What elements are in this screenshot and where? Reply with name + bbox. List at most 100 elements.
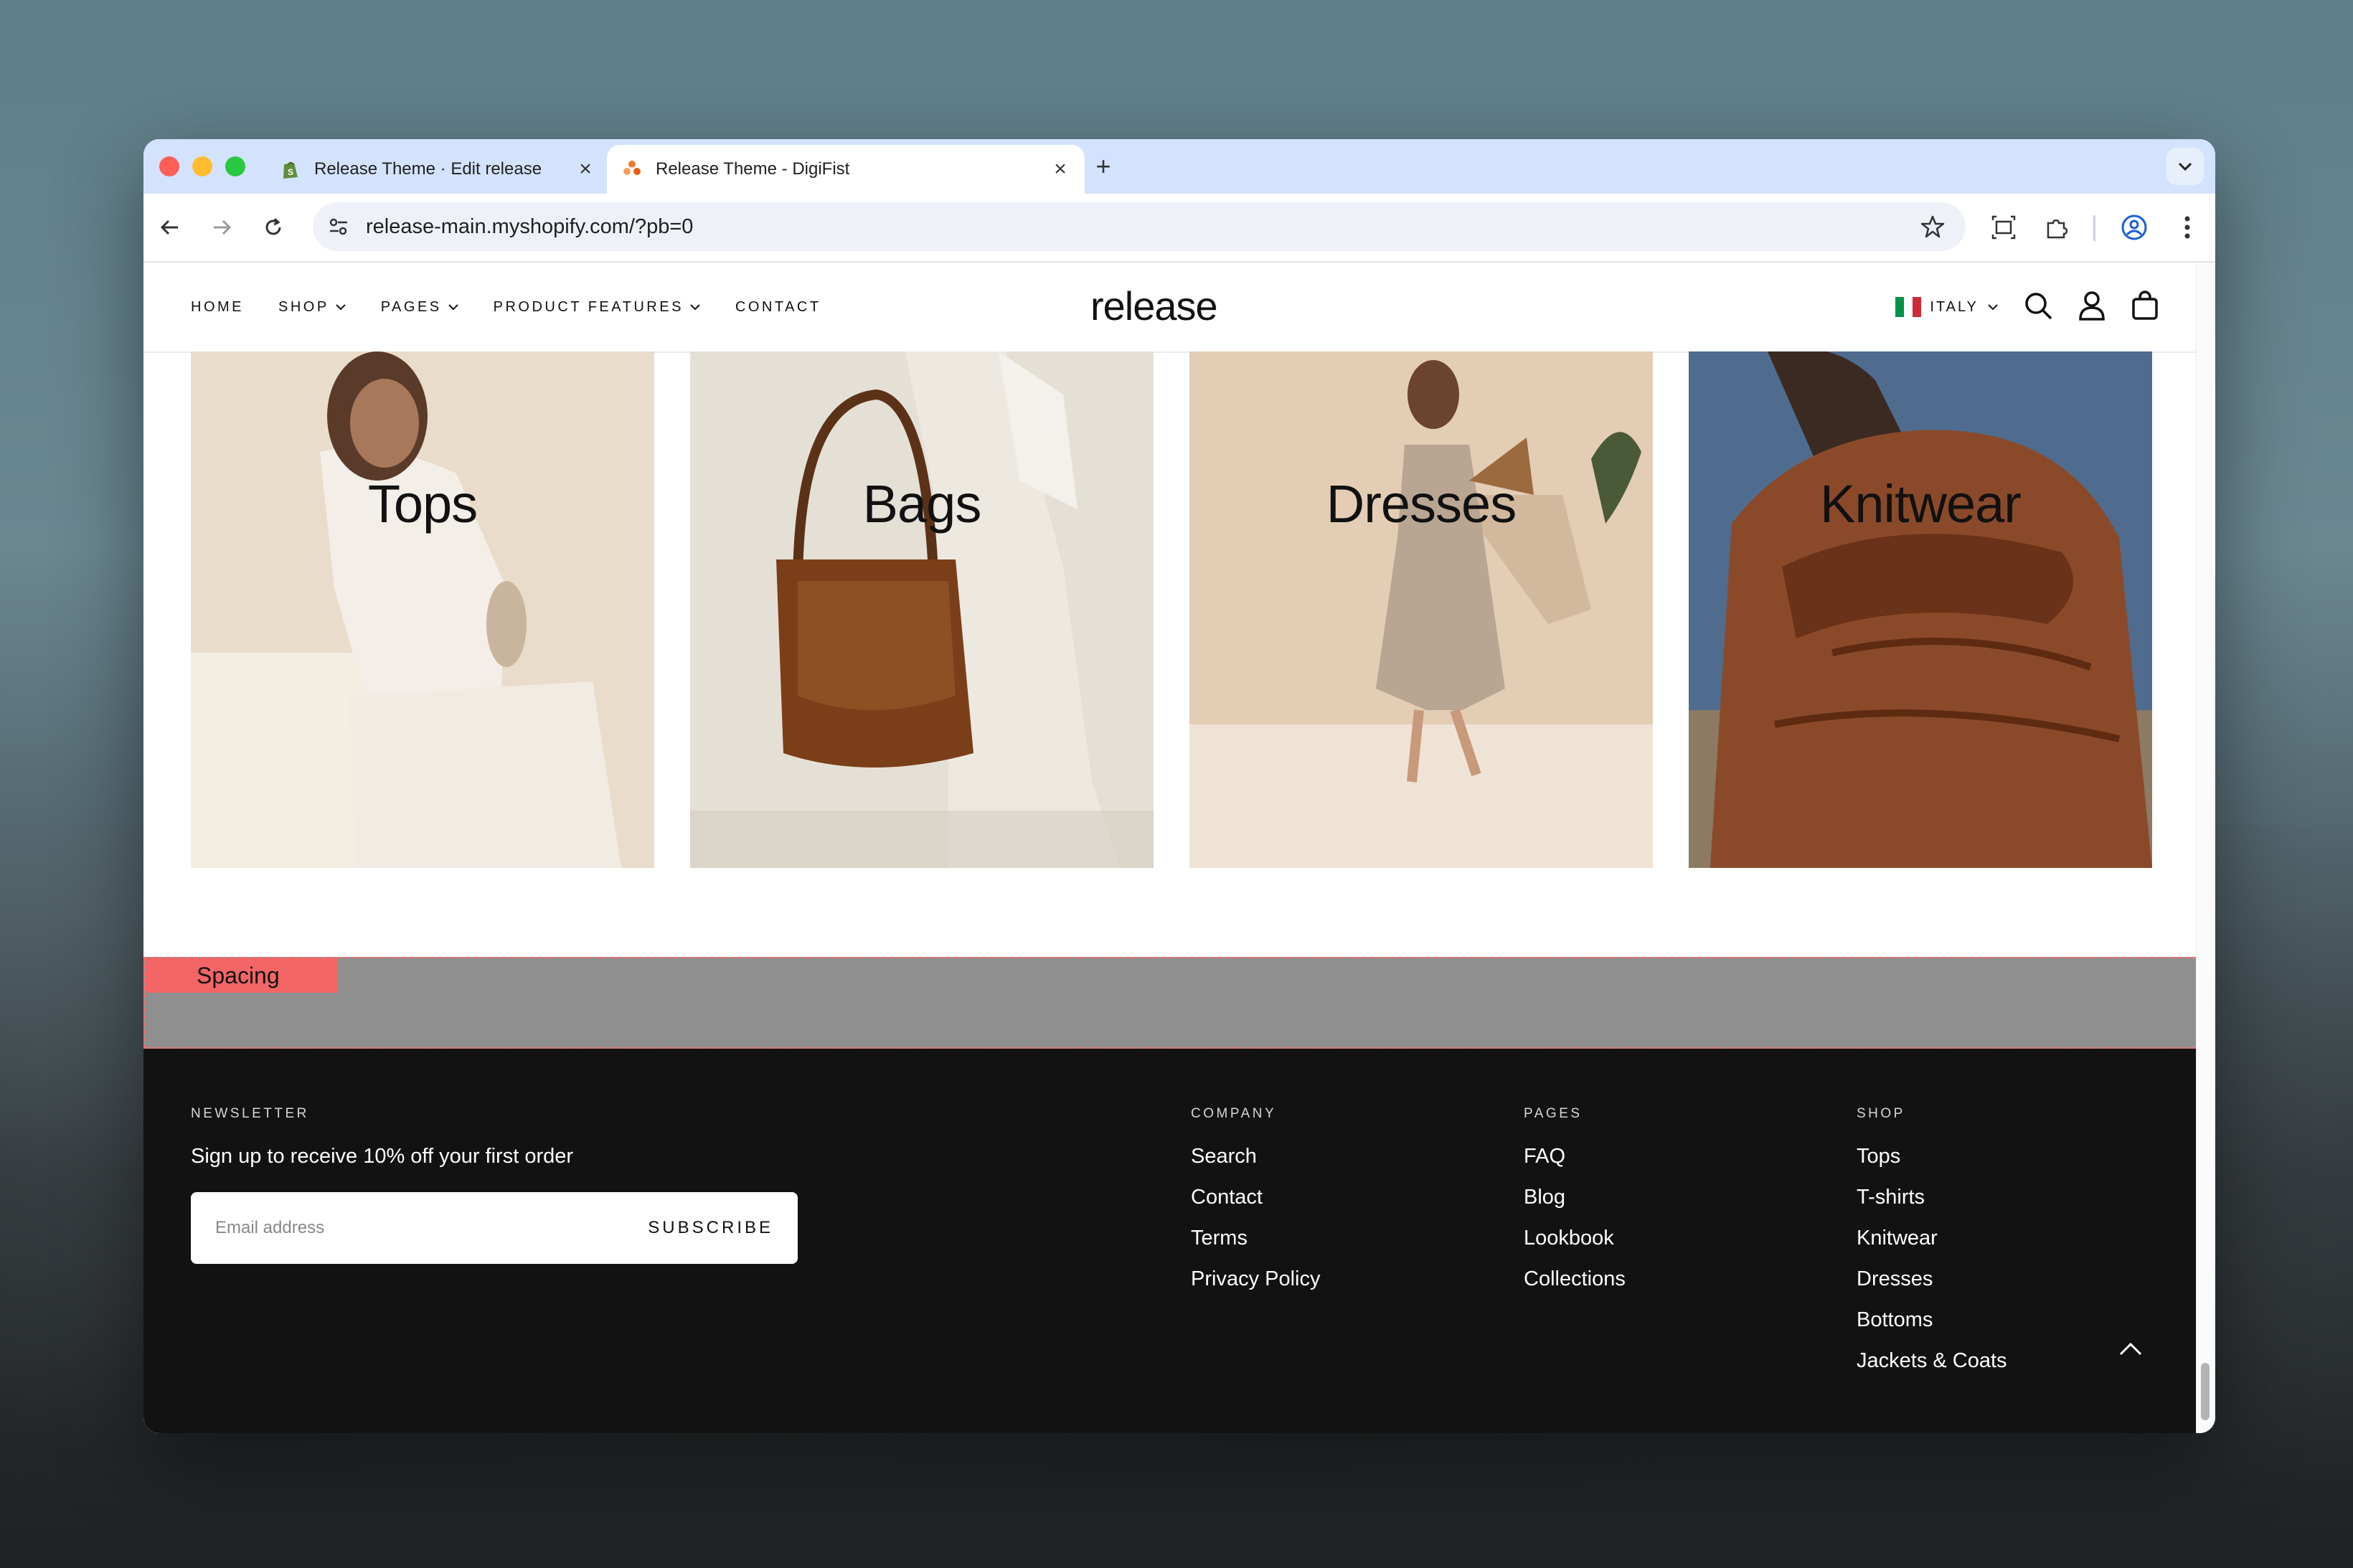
nav-label: SHOP (278, 298, 329, 315)
newsletter-text: Sign up to receive 10% off your first or… (191, 1145, 574, 1168)
pages-heading: PAGES (1524, 1106, 1583, 1121)
company-heading: COMPANY (1191, 1106, 1277, 1121)
screen-capture-icon (1991, 215, 2016, 240)
nav-label: PAGES (380, 298, 442, 315)
back-to-top-button[interactable] (2116, 1336, 2145, 1364)
tab-title: Release Theme - DigiFist (656, 159, 850, 179)
minimize-window-button[interactable] (192, 156, 212, 176)
maximize-window-button[interactable] (225, 156, 245, 176)
italy-flag-icon (1895, 297, 1922, 317)
category-card-knitwear[interactable]: Knitwear (1689, 351, 2152, 868)
footer-link-jackets-coats[interactable]: Jackets & Coats (1857, 1349, 2007, 1373)
tab-release-editor[interactable]: S Release Theme · Edit release × (265, 145, 610, 194)
nav-home[interactable]: HOME (191, 299, 244, 316)
browser-toolbar: release-main.myshopify.com/?pb=0 (143, 194, 2215, 263)
new-tab-button[interactable]: + (1089, 152, 1118, 181)
footer-link-lookbook[interactable]: Lookbook (1524, 1227, 1614, 1250)
footer-link-terms[interactable]: Terms (1191, 1227, 1248, 1250)
category-card-tops[interactable]: Tops (191, 351, 654, 868)
url-text: release-main.myshopify.com/?pb=0 (366, 215, 694, 238)
close-window-button[interactable] (159, 156, 179, 176)
category-label: Dresses (1326, 474, 1517, 534)
site-logo[interactable]: release (1090, 283, 1218, 329)
scrollbar-thumb[interactable] (2201, 1363, 2210, 1420)
reload-icon (265, 217, 281, 235)
chevron-down-icon (335, 304, 346, 311)
bookmark-star-icon[interactable] (1920, 214, 1946, 243)
close-tab-icon[interactable]: × (571, 157, 600, 181)
address-bar[interactable]: release-main.myshopify.com/?pb=0 (313, 202, 1966, 251)
tab-title: Release Theme · Edit release (314, 159, 542, 179)
chevron-up-icon (2119, 1342, 2142, 1356)
newsletter-form: Email address SUBSCRIBE (191, 1192, 798, 1264)
subscribe-button[interactable]: SUBSCRIBE (648, 1192, 773, 1264)
browser-menu-button[interactable] (2169, 209, 2205, 245)
nav-shop[interactable]: SHOP (278, 299, 346, 316)
spacing-label: Spacing (145, 958, 337, 993)
tab-bar: S Release Theme · Edit release × Release… (143, 139, 2215, 194)
forward-button[interactable] (204, 209, 240, 245)
svg-text:S: S (288, 167, 293, 177)
footer-link-faq[interactable]: FAQ (1524, 1145, 1565, 1168)
extensions-button[interactable] (2039, 209, 2075, 245)
country-selector[interactable]: ITALY (1895, 297, 1999, 317)
tab-digifist[interactable]: Release Theme - DigiFist × (607, 145, 1085, 194)
web-page: HOME SHOP PAGES PRODUCT FEATURES CONTACT… (143, 263, 2197, 1433)
account-icon[interactable] (2078, 291, 2106, 324)
footer-link-bottoms[interactable]: Bottoms (1857, 1308, 1933, 1332)
site-settings-icon[interactable] (327, 215, 350, 242)
category-card-bags[interactable]: Bags (690, 351, 1154, 868)
footer-link-privacy-policy[interactable]: Privacy Policy (1191, 1267, 1321, 1291)
tab-search-button[interactable] (2166, 148, 2204, 185)
reload-button[interactable] (255, 209, 291, 245)
chevron-down-icon (448, 304, 458, 311)
dresses-photo (1189, 351, 1653, 868)
nav-label: CONTACT (735, 298, 821, 315)
spacing-section-highlight[interactable]: Spacing (143, 957, 2197, 1049)
knitwear-photo (1689, 351, 2152, 868)
email-field[interactable]: Email address (215, 1192, 324, 1264)
category-grid: Tops Bags Dresses Knitwear (191, 351, 2152, 868)
header-actions: ITALY (1895, 263, 2159, 351)
back-button[interactable] (152, 209, 188, 245)
shop-heading: SHOP (1857, 1106, 1905, 1121)
puzzle-icon (2047, 219, 2068, 239)
digifist-icon (621, 159, 643, 180)
site-footer: NEWSLETTER Sign up to receive 10% off yo… (143, 1049, 2197, 1433)
footer-link-blog[interactable]: Blog (1524, 1186, 1565, 1209)
country-label: ITALY (1930, 298, 1979, 315)
profile-button[interactable] (2116, 209, 2152, 245)
category-label: Tops (367, 474, 478, 534)
nav-product-features[interactable]: PRODUCT FEATURES (494, 299, 701, 316)
footer-link-dresses[interactable]: Dresses (1857, 1267, 1933, 1291)
toolbar-divider (2093, 215, 2095, 241)
footer-link-knitwear[interactable]: Knitwear (1857, 1227, 1938, 1250)
browser-window: S Release Theme · Edit release × Release… (143, 139, 2215, 1433)
close-tab-icon[interactable]: × (1046, 157, 1075, 181)
tops-photo (191, 351, 654, 868)
category-label: Bags (862, 474, 982, 534)
nav-label: HOME (191, 298, 244, 315)
screenshot-button[interactable] (1986, 209, 2022, 245)
footer-link-collections[interactable]: Collections (1524, 1267, 1626, 1291)
cart-bag-icon[interactable] (2131, 290, 2159, 324)
page-scrollbar[interactable] (2196, 263, 2215, 1433)
back-arrow-icon (160, 219, 178, 235)
nav-pages[interactable]: PAGES (381, 299, 459, 316)
nav-label: PRODUCT FEATURES (493, 298, 684, 315)
category-card-dresses[interactable]: Dresses (1189, 351, 1653, 868)
site-header: HOME SHOP PAGES PRODUCT FEATURES CONTACT… (143, 263, 2197, 353)
footer-link-tops[interactable]: Tops (1857, 1145, 1900, 1168)
footer-link-search[interactable]: Search (1191, 1145, 1257, 1168)
more-vertical-icon (2184, 216, 2190, 239)
chevron-down-icon (690, 304, 700, 311)
shopify-icon: S (280, 159, 301, 180)
newsletter-heading: NEWSLETTER (191, 1106, 309, 1121)
footer-link-t-shirts[interactable]: T-shirts (1857, 1186, 1925, 1209)
category-label: Knitwear (1820, 474, 2022, 534)
main-nav: HOME SHOP PAGES PRODUCT FEATURES CONTACT (191, 263, 821, 351)
search-icon[interactable] (2023, 291, 2053, 324)
chevron-down-icon (1988, 304, 1998, 311)
nav-contact[interactable]: CONTACT (735, 299, 821, 316)
footer-link-contact[interactable]: Contact (1191, 1186, 1263, 1209)
